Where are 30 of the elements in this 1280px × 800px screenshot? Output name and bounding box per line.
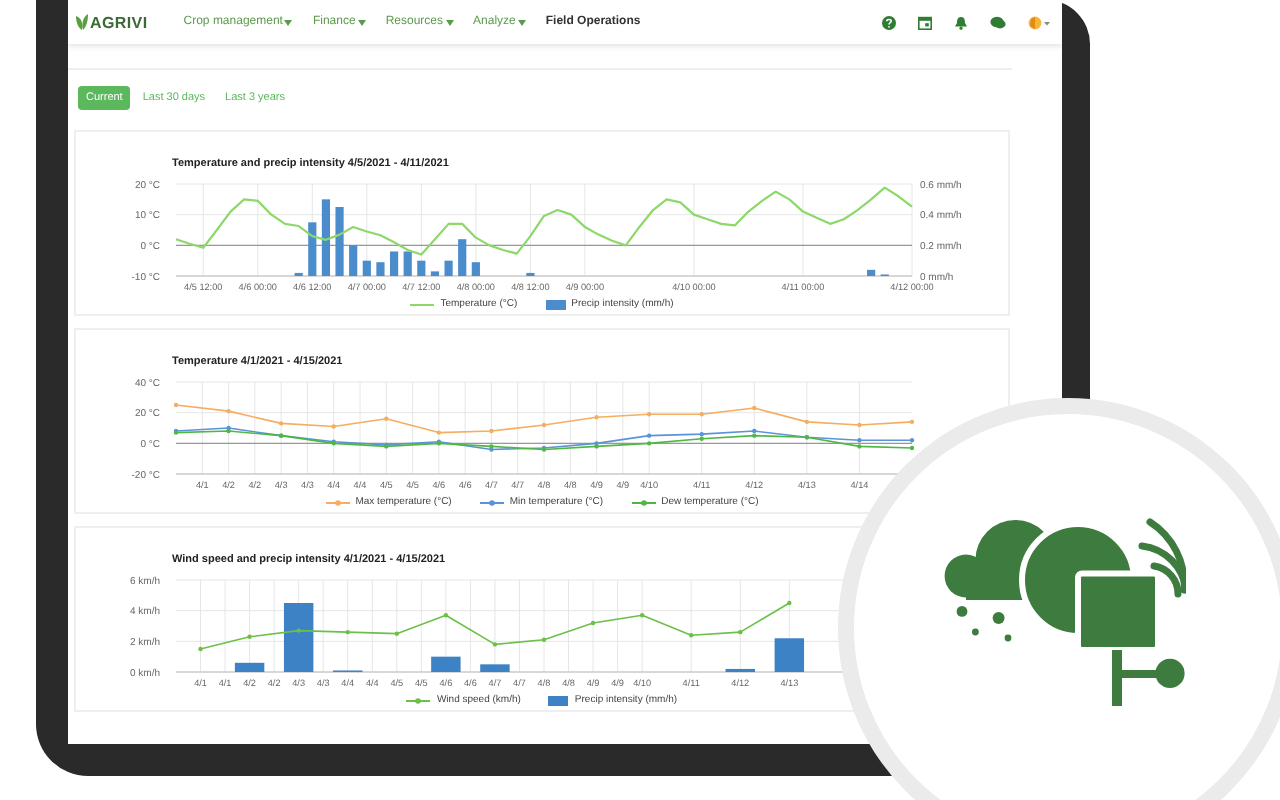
caret-icon	[517, 19, 526, 25]
bar	[349, 245, 358, 276]
calendar-icon[interactable]	[918, 15, 932, 29]
avatar-icon[interactable]	[1028, 15, 1050, 29]
leaf-icon	[76, 14, 88, 30]
bar	[471, 262, 480, 276]
bar	[362, 260, 371, 276]
bar	[234, 662, 265, 672]
bar	[444, 260, 453, 276]
bar	[480, 664, 510, 672]
bar	[283, 603, 314, 672]
logo-text: AGRIVI	[90, 13, 148, 31]
bar	[403, 251, 412, 276]
bar	[417, 260, 426, 276]
bar	[867, 269, 876, 276]
bell-icon[interactable]	[954, 15, 968, 29]
bar	[774, 638, 805, 672]
bar	[308, 222, 317, 276]
caret-icon	[445, 19, 454, 25]
bar	[335, 207, 344, 276]
caret-icon	[284, 19, 293, 25]
bar	[458, 239, 467, 276]
bar	[390, 251, 399, 276]
help-icon[interactable]	[882, 15, 896, 29]
bar	[376, 262, 385, 276]
bar	[431, 656, 461, 672]
bar	[321, 199, 330, 276]
chat-icon[interactable]	[990, 15, 1006, 29]
bar	[430, 271, 440, 276]
caret-icon	[357, 19, 366, 25]
